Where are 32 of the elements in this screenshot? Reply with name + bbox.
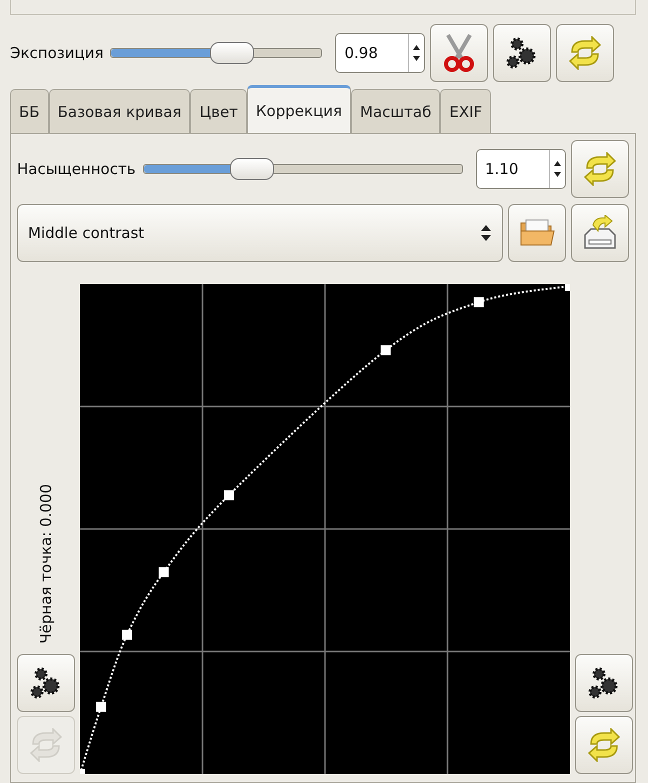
preset-dropdown[interactable]: Middle contrast [17,204,503,262]
scissors-icon [442,33,476,73]
saturation-label: Насыщенность [17,160,136,178]
reset-button[interactable] [571,140,629,198]
open-button[interactable] [508,204,566,262]
spinbox-value: 0.98 [344,44,379,62]
tab[interactable]: Коррекция [246,85,352,133]
slider[interactable] [110,41,322,65]
number-spinbox[interactable]: 1.10 [476,149,566,189]
slider-handle[interactable] [210,42,254,64]
gears-button[interactable] [493,24,552,82]
curve-point-readout: Чёрная точка: 0.000 [37,484,55,644]
refresh-icon [587,728,621,762]
refresh-icon [29,728,63,762]
refresh-icon [568,36,602,70]
gears-button[interactable] [17,654,75,712]
cut-button[interactable] [430,24,488,82]
slider[interactable] [142,157,463,181]
reset-button[interactable] [556,24,614,82]
refresh-icon [583,152,617,186]
number-spinbox[interactable]: 0.98 [335,33,426,73]
tab[interactable]: Масштаб [351,89,440,133]
dropdown-arrows-icon [480,223,492,243]
tab[interactable]: Цвет [190,89,247,133]
gears-button[interactable] [575,654,633,712]
slider-handle[interactable] [230,158,274,180]
tab[interactable]: EXIF [440,89,492,133]
exposure-label: Экспозиция [10,44,104,62]
tab[interactable]: Базовая кривая [48,89,190,133]
save-button[interactable] [571,204,629,262]
tab[interactable]: ББ [10,89,49,133]
spinbox-value: 1.10 [485,160,520,178]
